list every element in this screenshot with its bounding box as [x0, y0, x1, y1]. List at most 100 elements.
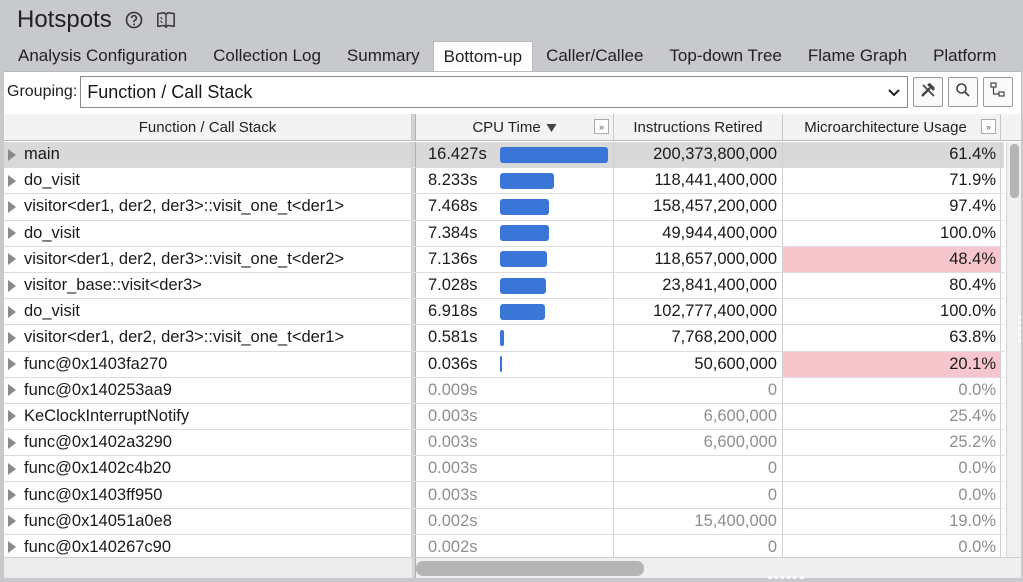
table-row[interactable]: func@0x140267c90 0.002s 0 0.0% — [4, 534, 1004, 557]
cpu-time-bar — [500, 198, 549, 215]
grid-body: main 16.427s 200,373,800,000 61.4% do_visit 8… — [4, 142, 1004, 557]
table-row[interactable]: do_visit 8.233s 118,441,400,000 71.9% — [4, 168, 1004, 195]
function-cell: func@0x140267c90 — [4, 534, 412, 557]
expand-row-icon[interactable] — [8, 541, 16, 554]
instructions-retired-cell: 0 — [614, 482, 783, 508]
grouping-select[interactable]: Function / Call Stack — [80, 76, 909, 108]
cpu-time-cell: 0.581s — [416, 325, 614, 351]
expand-row-icon[interactable] — [8, 331, 16, 344]
expand-row-icon[interactable] — [8, 227, 16, 240]
function-name: func@0x1402c4b20 — [24, 459, 172, 478]
cpu-time-bar — [500, 251, 547, 268]
cpu-time-value: 16.427s — [428, 145, 487, 164]
function-name: func@0x14051a0e8 — [24, 511, 172, 530]
microarchitecture-usage-cell: 97.4% — [783, 194, 1001, 220]
expand-row-icon[interactable] — [8, 515, 16, 528]
table-row[interactable]: func@0x14051a0e8 0.002s 15,400,000 19.0% — [4, 508, 1004, 535]
microarchitecture-usage-cell: 63.8% — [783, 325, 1001, 351]
side-resize-grip[interactable] — [1018, 316, 1022, 342]
expand-row-icon[interactable] — [8, 253, 16, 266]
expand-row-icon[interactable] — [8, 489, 16, 502]
microarchitecture-usage-cell: 20.1% — [783, 351, 1001, 377]
cpu-time-cell: 7.384s — [416, 220, 614, 246]
function-name: func@0x1402a3290 — [24, 433, 172, 452]
call-stack-mode-button[interactable] — [983, 77, 1014, 107]
microarchitecture-usage-cell: 100.0% — [783, 299, 1001, 325]
microarchitecture-usage-cell: 0.0% — [783, 456, 1001, 482]
tab-platform[interactable]: Platform — [920, 41, 1009, 71]
help-circle-icon[interactable] — [124, 10, 144, 30]
table-row[interactable]: func@0x1403ff950 0.003s 0 0.0% — [4, 482, 1004, 509]
expand-row-icon[interactable] — [8, 462, 16, 475]
instructions-retired-cell: 49,944,400,000 — [614, 220, 783, 246]
cpu-time-cell: 0.036s — [416, 351, 614, 377]
table-row[interactable]: visitor<der1, der2, der3>::visit_one_t<d… — [4, 246, 1004, 273]
expand-row-icon[interactable] — [8, 358, 16, 371]
grid-header: Function / Call Stack CPU Time » Instruc… — [4, 114, 1021, 141]
tab-summary[interactable]: Summary — [334, 41, 433, 71]
table-row[interactable]: main 16.427s 200,373,800,000 61.4% — [4, 142, 1004, 169]
tab-caller-callee[interactable]: Caller/Callee — [533, 41, 656, 71]
cpu-time-bar — [500, 356, 502, 373]
tab-analysis-configuration[interactable]: Analysis Configuration — [0, 41, 200, 71]
resize-grip[interactable] — [768, 576, 804, 580]
tab-bottom-up[interactable]: Bottom-up — [432, 41, 534, 71]
expand-row-icon[interactable] — [8, 174, 16, 187]
expand-row-icon[interactable] — [8, 410, 16, 423]
cpu-time-value: 0.002s — [428, 537, 478, 556]
expand-row-icon[interactable] — [8, 148, 16, 161]
expand-column-icon[interactable]: » — [981, 119, 996, 134]
table-row[interactable]: do_visit 6.918s 102,777,400,000 100.0% — [4, 299, 1004, 326]
function-cell: do_visit — [4, 220, 412, 246]
table-row[interactable]: visitor_base::visit<der3> 7.028s 23,841,40… — [4, 272, 1004, 300]
function-name: visitor<der1, der2, der3>::visit_one_t<d… — [24, 197, 345, 216]
page-title: Hotspots — [17, 6, 112, 33]
table-row[interactable]: visitor<der1, der2, der3>::visit_one_t<d… — [4, 325, 1004, 352]
horizontal-scroll-thumb[interactable] — [416, 561, 644, 576]
table-row[interactable]: do_visit 7.384s 49,944,400,000 100.0% — [4, 220, 1004, 247]
cpu-time-value: 0.009s — [428, 380, 478, 399]
function-name: func@0x140253aa9 — [24, 380, 172, 399]
title-bar: Hotspots — [0, 0, 1023, 40]
column-header-cpu-time[interactable]: CPU Time » — [416, 114, 614, 141]
table-row[interactable]: func@0x1402a3290 0.003s 6,600,000 25.2% — [4, 430, 1004, 457]
cpu-time-value: 0.003s — [428, 459, 478, 478]
book-icon[interactable] — [156, 10, 176, 30]
table-row[interactable]: func@0x140253aa9 0.009s 0 0.0% — [4, 377, 1004, 404]
table-row[interactable]: visitor<der1, der2, der3>::visit_one_t<d… — [4, 194, 1004, 221]
microarchitecture-usage-cell: 25.2% — [783, 430, 1001, 456]
customize-grouping-button[interactable] — [913, 77, 944, 107]
cpu-time-value: 7.384s — [428, 223, 478, 242]
function-name: visitor<der1, der2, der3>::visit_one_t<d… — [24, 249, 345, 268]
table-row[interactable]: func@0x1402c4b20 0.003s 0 0.0% — [4, 456, 1004, 483]
table-row[interactable]: func@0x1403fa270 0.036s 50,600,000 20.1% — [4, 351, 1004, 378]
expand-row-icon[interactable] — [8, 384, 16, 397]
microarchitecture-usage-cell: 48.4% — [783, 246, 1001, 272]
column-header-instructions-retired[interactable]: Instructions Retired — [614, 114, 783, 141]
vertical-scroll-thumb[interactable] — [1010, 144, 1019, 198]
function-name: KeClockInterruptNotify — [24, 406, 190, 425]
expand-row-icon[interactable] — [8, 279, 16, 292]
vertical-scrollbar[interactable] — [1006, 142, 1021, 557]
function-cell: func@0x140253aa9 — [4, 377, 412, 403]
tab-top-down-tree[interactable]: Top-down Tree — [656, 41, 794, 71]
expand-column-icon[interactable]: » — [594, 119, 609, 134]
function-cell: func@0x1403ff950 — [4, 482, 412, 508]
table-row[interactable]: KeClockInterruptNotify 0.003s 6,600,000 25.… — [4, 403, 1004, 431]
expand-row-icon[interactable] — [8, 436, 16, 449]
function-name: main — [24, 145, 60, 164]
expand-row-icon[interactable] — [8, 305, 16, 318]
instructions-retired-cell: 0 — [614, 456, 783, 482]
cpu-time-cell: 0.002s — [416, 508, 614, 534]
cpu-time-cell: 6.918s — [416, 299, 614, 325]
cpu-time-cell: 0.003s — [416, 482, 614, 508]
cpu-time-label: CPU Time — [472, 119, 541, 136]
search-button[interactable] — [948, 77, 979, 107]
cpu-time-bar — [500, 303, 545, 320]
function-cell: do_visit — [4, 299, 412, 325]
column-header-function[interactable]: Function / Call Stack — [4, 114, 412, 141]
expand-row-icon[interactable] — [8, 200, 16, 213]
tab-collection-log[interactable]: Collection Log — [200, 41, 334, 71]
tab-flame-graph[interactable]: Flame Graph — [795, 41, 920, 71]
column-header-microarchitecture-usage[interactable]: Microarchitecture Usage » — [783, 114, 1001, 141]
